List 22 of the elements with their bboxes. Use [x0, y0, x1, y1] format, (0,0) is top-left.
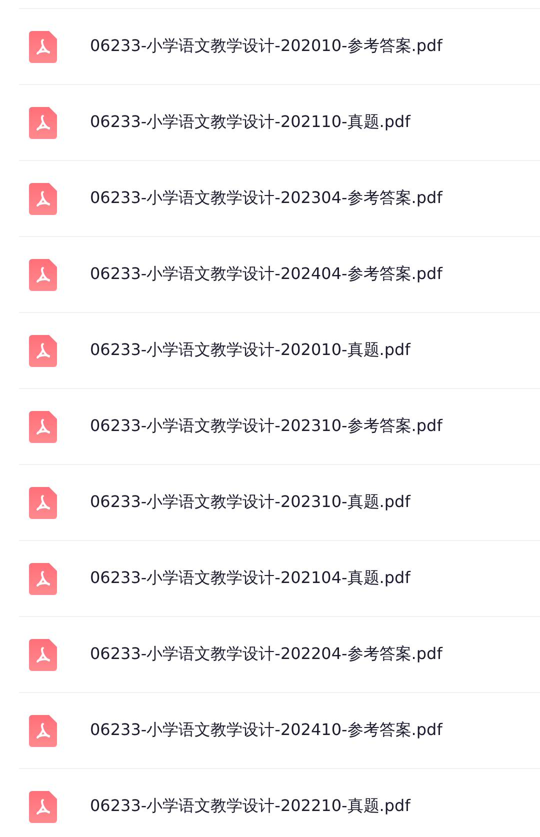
file-name[interactable]: 06233-小学语文教学设计-202010-参考答案.pdf — [90, 36, 442, 57]
pdf-file-icon — [29, 182, 57, 214]
pdf-file-icon — [29, 638, 57, 670]
pdf-file-icon — [29, 562, 57, 594]
file-name[interactable]: 06233-小学语文教学设计-202404-参考答案.pdf — [90, 264, 442, 285]
file-name[interactable]: 06233-小学语文教学设计-202104-真题.pdf — [90, 568, 410, 589]
file-name[interactable]: 06233-小学语文教学设计-202210-真题.pdf — [90, 796, 410, 817]
file-name[interactable]: 06233-小学语文教学设计-202204-参考答案.pdf — [90, 644, 442, 665]
file-name[interactable]: 06233-小学语文教学设计-202304-参考答案.pdf — [90, 188, 442, 209]
pdf-file-icon — [29, 334, 57, 366]
file-name[interactable]: 06233-小学语文教学设计-202010-真题.pdf — [90, 340, 410, 361]
file-name[interactable]: 06233-小学语文教学设计-202310-参考答案.pdf — [90, 416, 442, 437]
file-name[interactable]: 06233-小学语文教学设计-202110-真题.pdf — [90, 112, 410, 133]
file-name[interactable]: 06233-小学语文教学设计-202310-真题.pdf — [90, 492, 410, 513]
pdf-file-icon — [29, 258, 57, 290]
pdf-file-icon — [29, 714, 57, 746]
pdf-file-icon — [29, 486, 57, 518]
pdf-file-icon — [29, 410, 57, 442]
pdf-file-icon — [29, 30, 57, 62]
file-name[interactable]: 06233-小学语文教学设计-202410-参考答案.pdf — [90, 720, 442, 741]
pdf-file-icon — [29, 790, 57, 822]
pdf-file-icon — [29, 106, 57, 138]
